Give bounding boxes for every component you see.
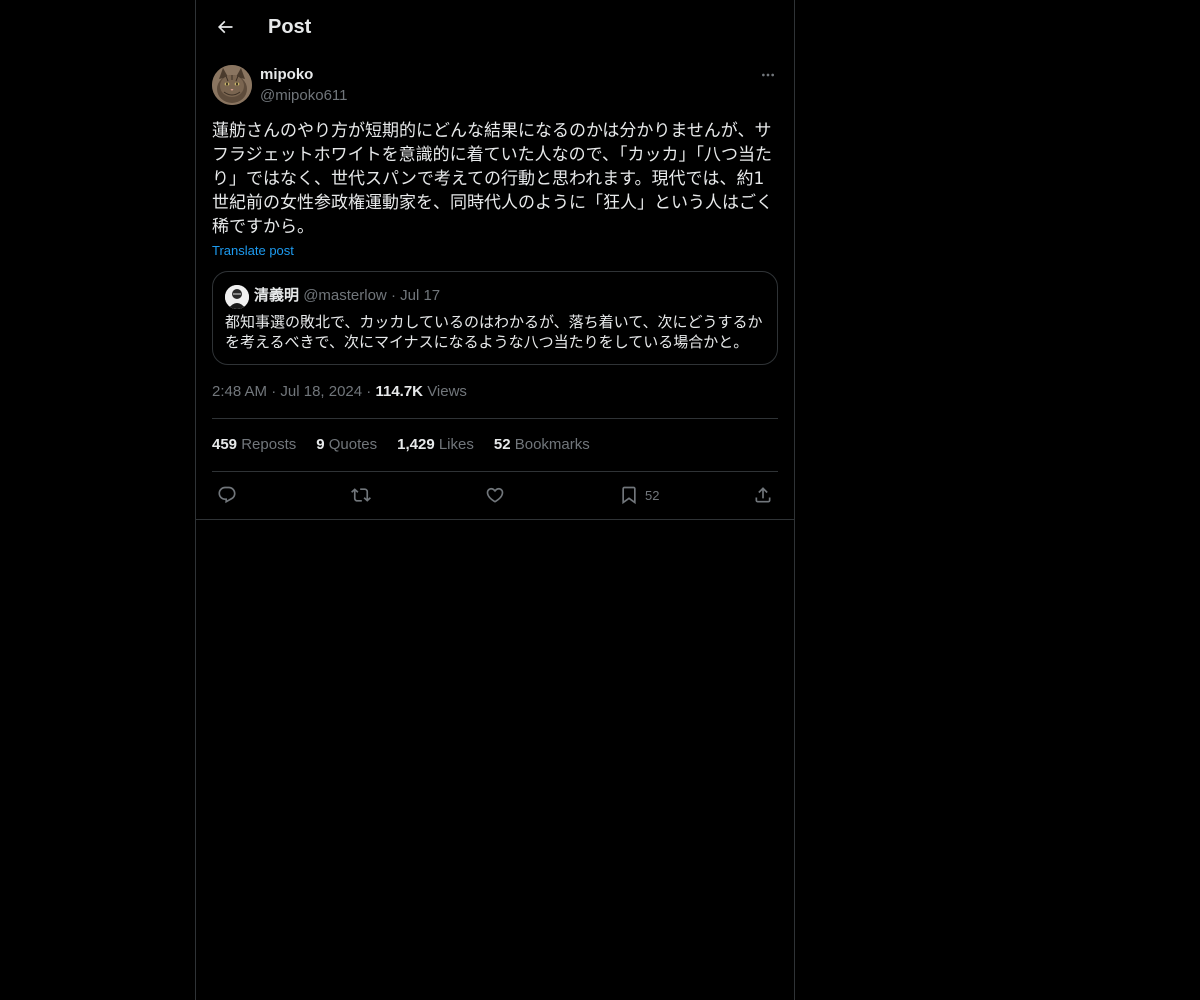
more-icon [762,73,774,77]
quotes-count: 9 [316,436,325,453]
more-button[interactable] [758,65,778,85]
reposts-label: Reposts [241,436,297,453]
quote-text: 都知事選の敗北で、カッカしているのはわかるが、落ち着いて、次にどうするかを考える… [225,313,763,351]
repost-icon [351,488,371,502]
views-label: Views [427,383,467,400]
post-meta: 2:48 AM · Jul 18, 2024 · 114.7K Views [212,382,467,402]
person-avatar-image [225,285,249,309]
bookmark-count: 52 [645,487,660,503]
meta-separator: · [271,383,277,400]
cat-avatar-image [212,65,252,105]
like-button[interactable] [485,483,505,507]
post-date[interactable]: Jul 18, 2024 [280,383,362,400]
reply-button[interactable] [217,483,237,507]
quote-author-name: 清義明 [254,287,300,304]
bookmark-button[interactable]: 52 [619,483,659,507]
back-button[interactable] [208,10,242,44]
post-column: Post mipoko @mipoko611 蓮舫さんのやり方が短期的にどんな結… [195,0,795,1000]
translate-post-link[interactable]: Translate post [212,242,294,260]
likes-label: Likes [438,436,474,453]
share-button[interactable] [753,483,773,507]
bookmarks-stat[interactable]: 52 Bookmarks [494,435,590,455]
meta-separator: · [366,383,372,400]
author-name[interactable]: mipoko [260,65,313,85]
likes-stat[interactable]: 1,429 Likes [397,435,474,455]
quotes-label: Quotes [328,436,378,453]
back-arrow-icon [217,20,233,34]
post-bottom-border [196,519,794,520]
share-icon [755,487,771,503]
quote-date: Jul 17 [400,287,441,304]
reposts-count: 459 [212,436,238,453]
quotes-stat[interactable]: 9 Quotes [316,435,377,455]
bookmarks-count: 52 [493,436,511,453]
quote-header: 清義明 @masterlow · Jul 17 [254,286,440,306]
divider [212,471,778,472]
heart-icon [486,487,504,503]
quote-avatar [225,285,249,309]
post-time[interactable]: 2:48 AM [212,383,267,400]
post-text: 蓮舫さんのやり方が短期的にどんな結果になるのかは分かりませんが、サフラジェットホ… [212,121,773,237]
divider [212,418,778,419]
engagement-stats: 459 Reposts 9 Quotes 1,429 Likes 52 Book… [212,435,610,455]
avatar[interactable] [212,65,252,105]
repost-button[interactable] [351,483,371,507]
author-handle[interactable]: @mipoko611 [260,86,348,106]
quote-author-handle: @masterlow [303,287,387,304]
author-row: mipoko @mipoko611 [212,65,778,107]
post-header: Post [196,0,794,53]
quote-separator: · [390,287,396,304]
bookmark-icon [622,486,636,505]
views-count: 114.7K [375,383,424,400]
likes-count: 1,429 [397,436,435,453]
page-title: Post [268,16,312,38]
reposts-stat[interactable]: 459 Reposts [212,435,296,455]
quoted-post-card[interactable]: 清義明 @masterlow · Jul 17 都知事選の敗北で、カッカしている… [212,271,778,365]
reply-icon [218,486,236,504]
bookmarks-label: Bookmarks [514,436,590,453]
